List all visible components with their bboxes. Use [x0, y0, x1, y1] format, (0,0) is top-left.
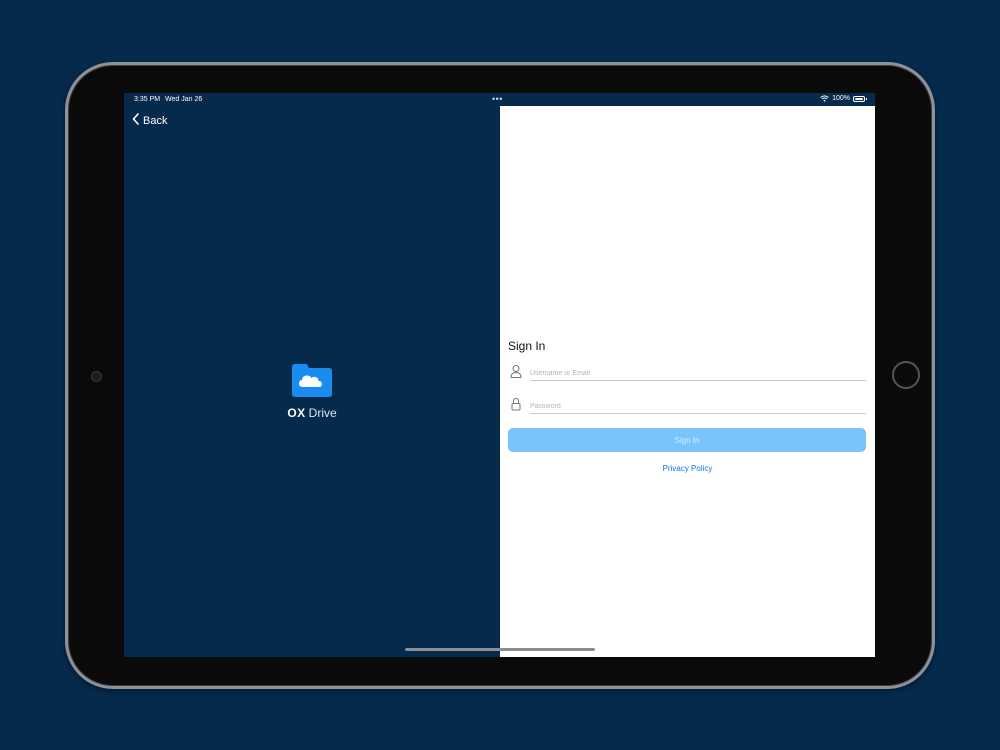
user-icon: [510, 364, 522, 383]
home-button[interactable]: [892, 361, 920, 389]
home-indicator[interactable]: [405, 648, 595, 651]
back-label: Back: [143, 114, 168, 127]
multitasking-dots[interactable]: •••: [492, 94, 503, 104]
password-field: [508, 395, 866, 415]
sign-in-title: Sign In: [508, 339, 546, 353]
app-name: OX Drive: [287, 406, 336, 420]
battery-percent: 100%: [832, 95, 850, 102]
back-button[interactable]: Back: [132, 113, 167, 128]
brand-panel: Back OX Drive: [124, 93, 500, 657]
wifi-icon: [820, 95, 829, 102]
sign-in-panel: Sign In Sign In Privacy Policy: [500, 106, 875, 657]
sign-in-button[interactable]: Sign In: [508, 428, 866, 452]
chevron-left-icon: [132, 113, 139, 128]
app-logo: OX Drive: [284, 363, 340, 420]
lock-icon: [510, 397, 522, 416]
status-bar: 3:35 PM Wed Jan 26 ••• 100%: [124, 93, 875, 106]
battery-icon: [853, 95, 867, 102]
cloud-folder-icon: [290, 363, 334, 403]
front-camera: [91, 371, 102, 382]
status-indicators: 100%: [820, 95, 867, 102]
username-input[interactable]: [530, 366, 866, 381]
status-time: 3:35 PM: [134, 96, 161, 103]
status-date: Wed Jan 26: [165, 96, 203, 103]
password-input[interactable]: [530, 399, 866, 414]
brand-product: Drive: [308, 406, 337, 420]
username-field: [508, 362, 866, 382]
device-screen: Back OX Drive 3:35 PM Wed Jan 26 ••• 100…: [124, 93, 875, 657]
brand-ox: OX: [287, 406, 306, 420]
privacy-policy-link[interactable]: Privacy Policy: [500, 464, 875, 473]
